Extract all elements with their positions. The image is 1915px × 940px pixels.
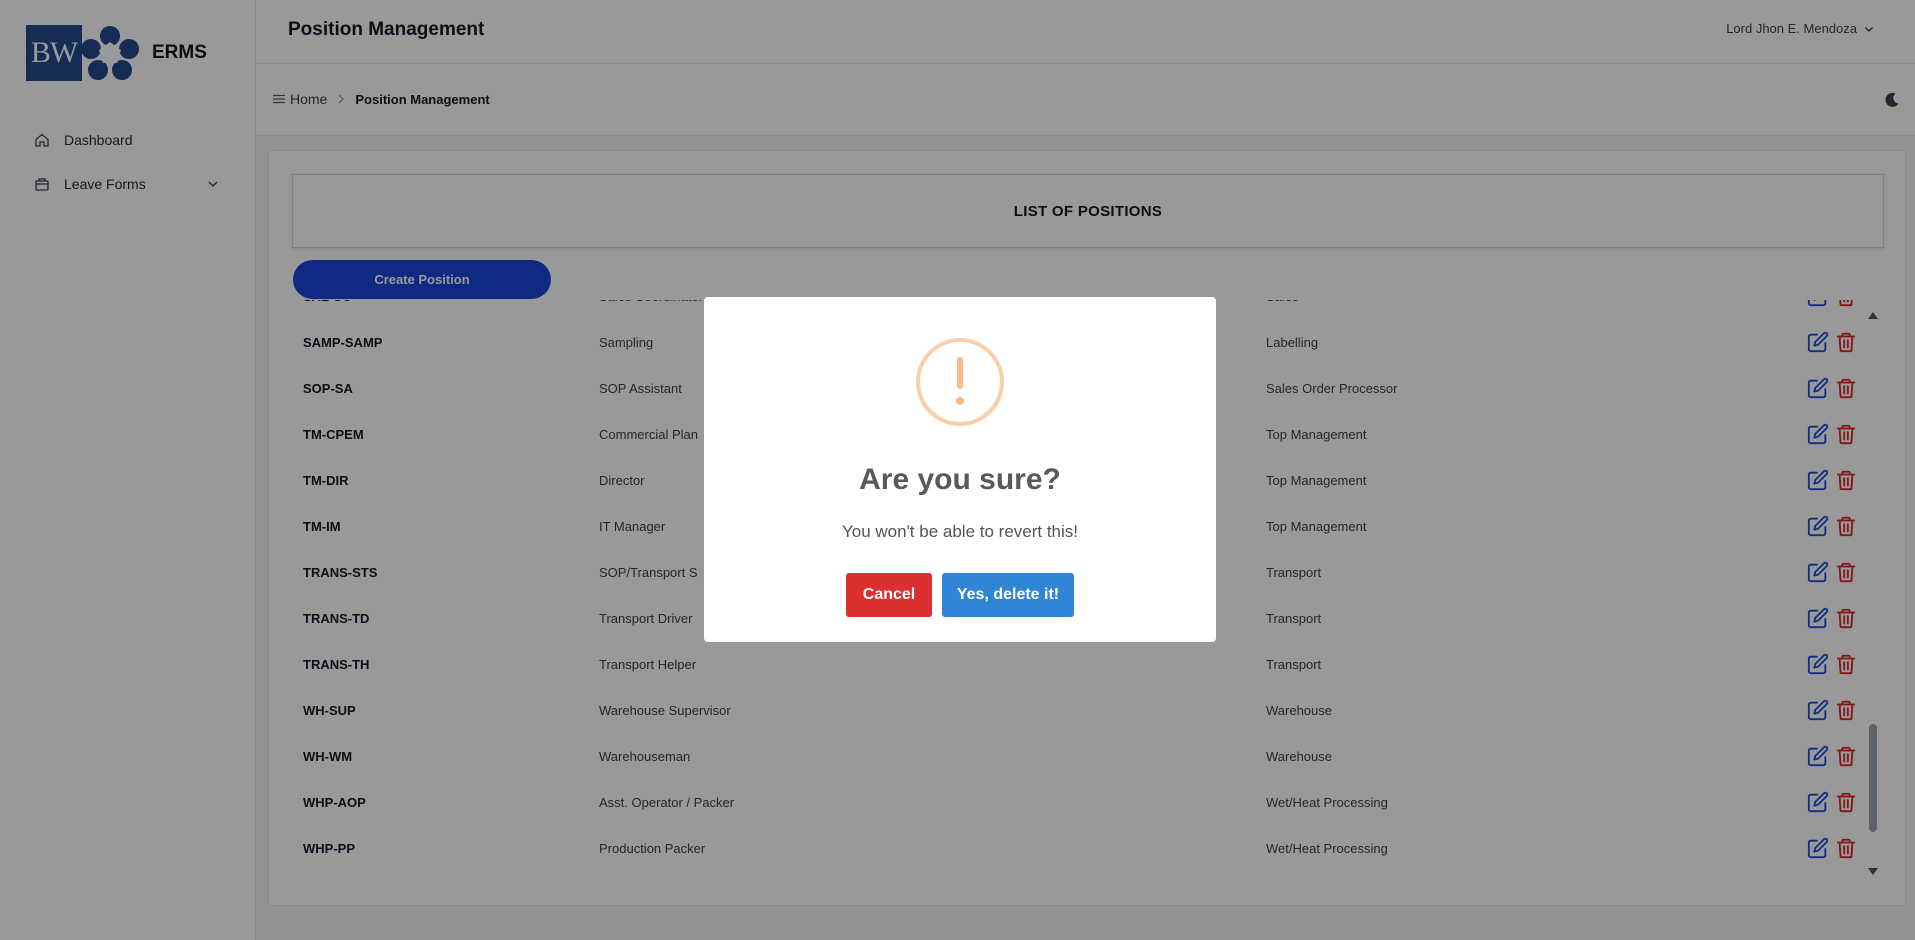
cancel-button[interactable]: Cancel [846, 573, 932, 617]
confirm-delete-button[interactable]: Yes, delete it! [942, 573, 1074, 617]
dialog-title: Are you sure? [859, 463, 1061, 496]
dialog-message: You won't be able to revert this! [841, 522, 1079, 541]
confirm-delete-dialog: Are you sure? You won't be able to rever… [704, 297, 1216, 642]
warning-exclamation-icon [916, 338, 1004, 426]
